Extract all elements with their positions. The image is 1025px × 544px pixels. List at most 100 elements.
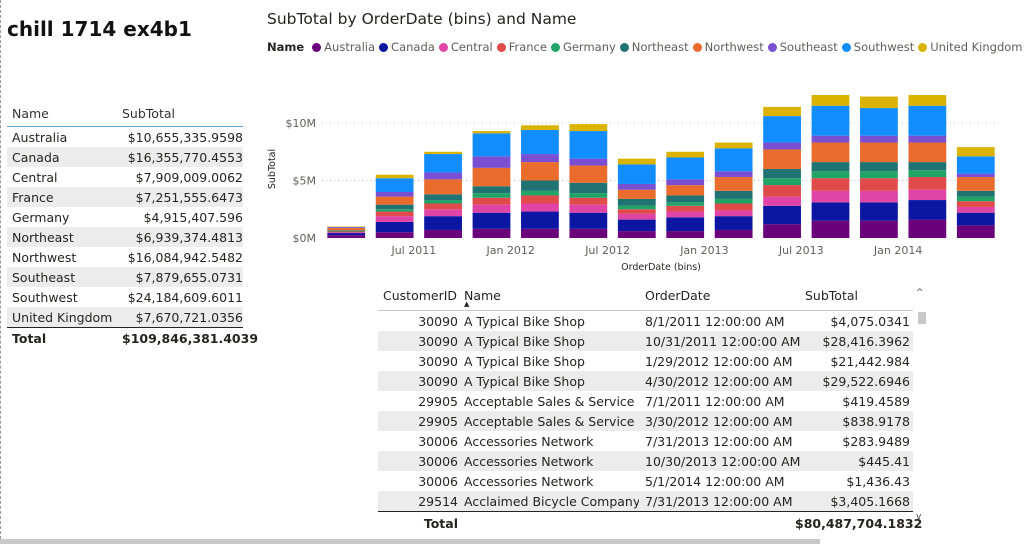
- bar-segment-france[interactable]: [375, 211, 414, 217]
- bar-segment-australia[interactable]: [811, 220, 850, 238]
- bar-segment-central[interactable]: [666, 211, 705, 218]
- bar-segment-australia[interactable]: [908, 219, 947, 238]
- column-header-subtotal[interactable]: SubTotal: [795, 288, 910, 303]
- bar-segment-germany[interactable]: [472, 193, 511, 198]
- bar-segment-southwest[interactable]: [956, 156, 995, 174]
- bar-segment-northeast[interactable]: [956, 190, 995, 197]
- bar-segment-central[interactable]: [521, 203, 559, 212]
- table-row[interactable]: 29905 Acceptable Sales & Service 7/1/2011 …: [378, 391, 913, 411]
- bar-segment-germany[interactable]: [617, 205, 656, 210]
- bar-segment-southeast[interactable]: [472, 156, 511, 168]
- bar-segment-united-kingdom[interactable]: [908, 95, 947, 106]
- bar-segment-southwest[interactable]: [521, 129, 559, 155]
- bar-segment-southwest[interactable]: [860, 108, 898, 136]
- bar-segment-australia[interactable]: [956, 225, 995, 238]
- legend-item[interactable]: United Kingdom: [918, 40, 1023, 54]
- bar-segment-northwest[interactable]: [666, 185, 705, 196]
- bar-segment-southwest[interactable]: [424, 154, 462, 173]
- bar-segment-australia[interactable]: [424, 229, 462, 238]
- bar-segment-united-kingdom[interactable]: [714, 142, 753, 149]
- bar-segment-australia[interactable]: [521, 228, 559, 238]
- bar-segment-northwest[interactable]: [908, 142, 947, 163]
- bar-segment-southeast[interactable]: [908, 135, 947, 143]
- bar-segment-northeast[interactable]: [617, 198, 656, 206]
- bar-segment-northeast[interactable]: [811, 162, 850, 172]
- bar-segment-southwest[interactable]: [908, 105, 947, 136]
- bar-segment-canada[interactable]: [569, 212, 608, 229]
- legend-item[interactable]: Southeast: [767, 40, 838, 54]
- bar-segment-australia[interactable]: [714, 229, 753, 238]
- bar-segment-central[interactable]: [714, 210, 753, 217]
- bar-segment-germany[interactable]: [811, 171, 850, 179]
- bar-segment-united-kingdom[interactable]: [666, 151, 705, 158]
- bar-segment-northeast[interactable]: [860, 162, 898, 172]
- bar-segment-southeast[interactable]: [811, 135, 850, 143]
- bar-segment-canada[interactable]: [956, 212, 995, 226]
- legend-item[interactable]: Central: [438, 40, 493, 54]
- legend-item[interactable]: Australia: [312, 40, 375, 54]
- bar-segment-southeast[interactable]: [327, 227, 366, 228]
- table-row[interactable]: Australia $10,655,335.9598: [7, 127, 243, 147]
- bar-segment-northeast[interactable]: [908, 162, 947, 171]
- bar-segment-northeast[interactable]: [763, 169, 801, 179]
- table-row[interactable]: 30090 A Typical Bike Shop 8/1/2011 12:00:0…: [378, 311, 913, 331]
- bar-segment-france[interactable]: [569, 197, 608, 205]
- legend-item[interactable]: Northwest: [692, 40, 764, 54]
- bar-segment-northwest[interactable]: [860, 142, 898, 163]
- bar-segment-northwest[interactable]: [521, 162, 559, 181]
- bar-segment-united-kingdom[interactable]: [521, 125, 559, 130]
- bar-segment-germany[interactable]: [860, 171, 898, 179]
- bar-segment-southeast[interactable]: [375, 192, 414, 197]
- table-row[interactable]: 29514 Acclaimed Bicycle Company 7/31/2013 …: [378, 491, 913, 511]
- bar-segment-southeast[interactable]: [956, 173, 995, 178]
- bar-segment-australia[interactable]: [375, 232, 414, 238]
- bar-segment-united-kingdom[interactable]: [569, 124, 608, 132]
- bar-segment-central[interactable]: [569, 204, 608, 213]
- table-row[interactable]: 30090 A Typical Bike Shop 4/30/2012 12:00:…: [378, 371, 913, 391]
- bar-segment-northeast[interactable]: [569, 182, 608, 194]
- bar-segment-southeast[interactable]: [860, 135, 898, 143]
- bar-segment-central[interactable]: [375, 216, 414, 222]
- bar-segment-northwest[interactable]: [375, 196, 414, 205]
- bar-segment-central[interactable]: [956, 206, 995, 213]
- bar-segment-southeast[interactable]: [763, 142, 801, 150]
- bar-segment-australia[interactable]: [569, 228, 608, 238]
- table-row[interactable]: 30006 Accessories Network 7/31/2013 12:00:…: [378, 431, 913, 451]
- scroll-up-icon[interactable]: ^: [916, 288, 924, 298]
- bar-segment-france[interactable]: [908, 177, 947, 190]
- bar-segment-central[interactable]: [811, 190, 850, 203]
- bar-segment-france[interactable]: [956, 201, 995, 207]
- bar-segment-france[interactable]: [714, 203, 753, 211]
- table-row[interactable]: 30006 Accessories Network 5/1/2014 12:00:0…: [378, 471, 913, 491]
- bar-segment-germany[interactable]: [569, 193, 608, 198]
- bar-segment-canada[interactable]: [860, 202, 898, 221]
- detail-table-body[interactable]: 30090 A Typical Bike Shop 8/1/2011 12:00:0…: [378, 311, 913, 511]
- column-header-name[interactable]: Name: [458, 288, 639, 303]
- legend-item[interactable]: Germany: [550, 40, 616, 54]
- bar-segment-france[interactable]: [521, 195, 559, 204]
- bar-segment-northwest[interactable]: [569, 165, 608, 183]
- bar-segment-southwest[interactable]: [666, 157, 705, 180]
- legend-item[interactable]: Canada: [379, 40, 435, 54]
- bar-segment-france[interactable]: [472, 197, 511, 205]
- bar-segment-canada[interactable]: [617, 219, 656, 232]
- bar-segment-southwest[interactable]: [763, 116, 801, 143]
- bar-segment-germany[interactable]: [908, 170, 947, 178]
- bar-segment-northwest[interactable]: [617, 189, 656, 199]
- bar-segment-southwest[interactable]: [375, 178, 414, 192]
- bar-segment-united-kingdom[interactable]: [811, 95, 850, 106]
- bar-segment-united-kingdom[interactable]: [375, 174, 414, 179]
- table-row[interactable]: 30090 A Typical Bike Shop 10/31/2011 12:00…: [378, 331, 913, 351]
- bar-segment-canada[interactable]: [472, 212, 511, 229]
- bar-segment-central[interactable]: [908, 189, 947, 201]
- bar-segment-united-kingdom[interactable]: [472, 131, 511, 134]
- bar-segment-northeast[interactable]: [666, 195, 705, 203]
- legend-item[interactable]: France: [496, 40, 547, 54]
- column-header-orderdate[interactable]: OrderDate: [639, 288, 795, 303]
- bar-segment-germany[interactable]: [956, 196, 995, 202]
- bar-segment-southeast[interactable]: [424, 172, 462, 180]
- table-row[interactable]: Central $7,909,009.0062: [7, 167, 243, 187]
- bar-segment-southwest[interactable]: [811, 105, 850, 136]
- bar-segment-united-kingdom[interactable]: [327, 226, 366, 228]
- bar-segment-canada[interactable]: [763, 205, 801, 225]
